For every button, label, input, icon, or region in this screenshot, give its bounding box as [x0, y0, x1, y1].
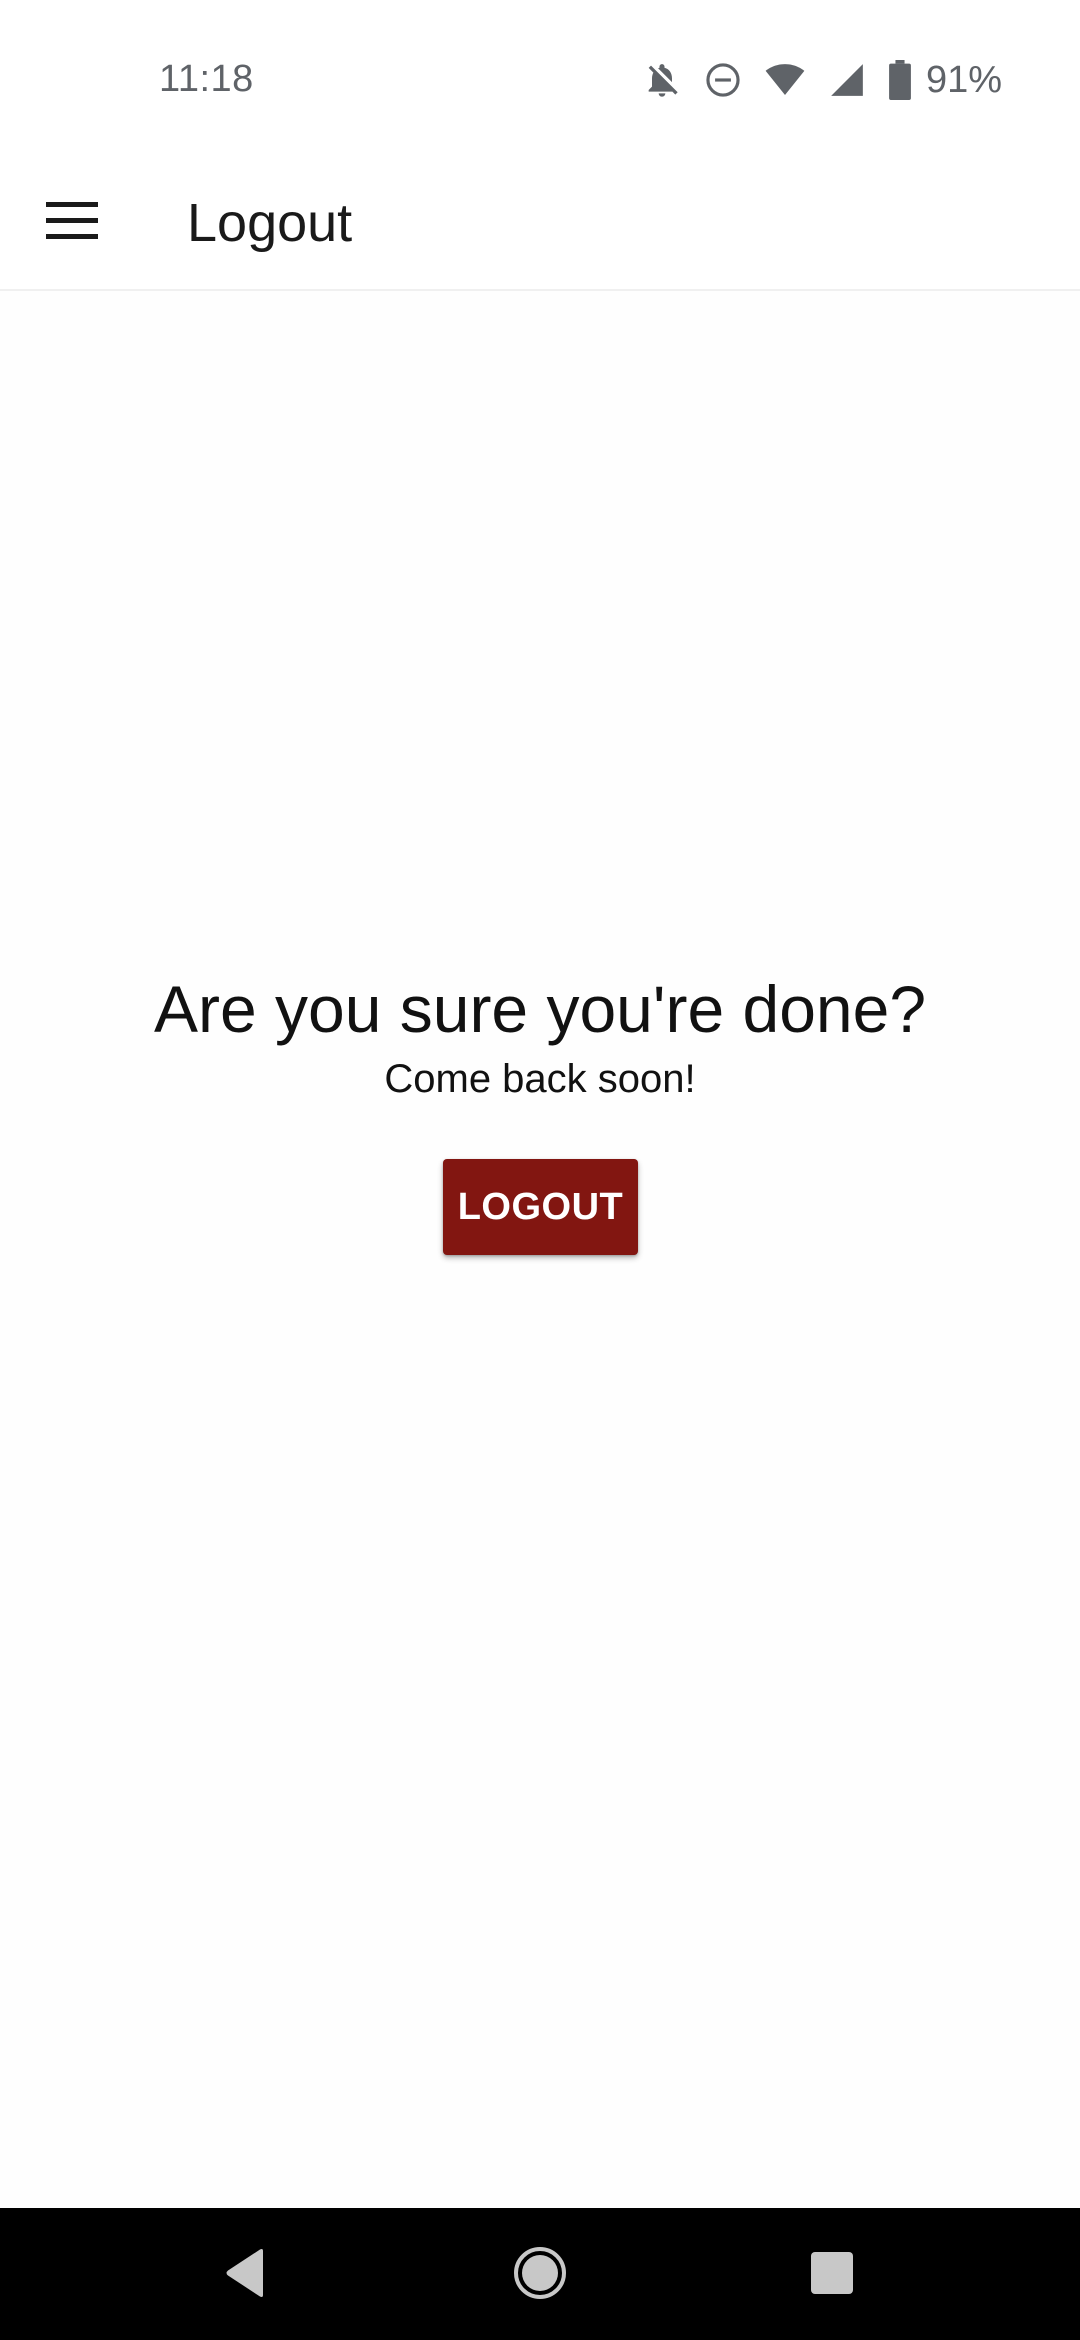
home-icon	[513, 2246, 567, 2305]
recents-icon	[810, 2251, 854, 2300]
logout-screen: 11:18 91% Logout Are you sure you're don…	[0, 0, 1080, 2340]
do-not-disturb-icon	[704, 61, 742, 99]
system-nav-bar	[0, 2208, 1080, 2340]
status-icons: 91%	[642, 58, 1002, 102]
cell-signal-icon	[828, 61, 866, 99]
battery-icon	[888, 60, 912, 100]
home-button[interactable]	[495, 2230, 585, 2320]
menu-button[interactable]	[30, 181, 114, 265]
main-content: Are you sure you're done? Come back soon…	[0, 291, 1080, 2208]
notifications-off-icon	[642, 60, 682, 100]
back-icon	[223, 2248, 267, 2303]
back-button[interactable]	[200, 2230, 290, 2320]
recents-button[interactable]	[787, 2230, 877, 2320]
battery-percent: 91%	[925, 58, 1002, 101]
app-bar: Logout	[0, 165, 1080, 291]
farewell-message: Come back soon!	[384, 1057, 696, 1101]
status-bar: 11:18 91%	[0, 0, 1080, 165]
confirmation-headline: Are you sure you're done?	[153, 972, 927, 1046]
status-time: 11:18	[159, 58, 254, 100]
page-title: Logout	[187, 193, 353, 253]
logout-button[interactable]: LOGOUT	[443, 1159, 638, 1255]
hamburger-menu-icon	[46, 201, 98, 245]
wifi-icon	[764, 60, 806, 100]
